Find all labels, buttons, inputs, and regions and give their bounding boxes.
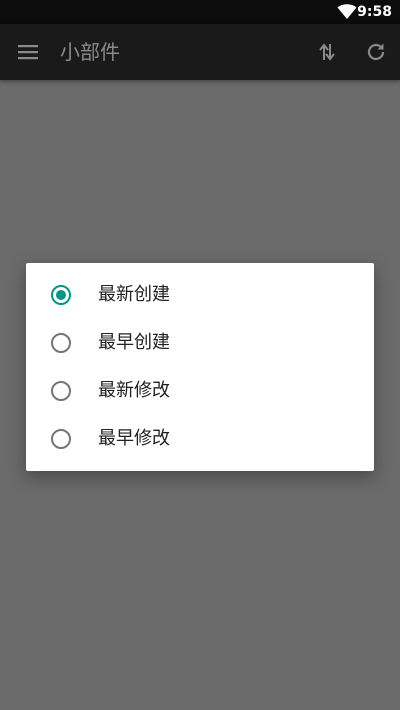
sort-option-label: 最早创建 [98, 332, 170, 353]
sort-order-dialog: 最新创建 最早创建 最新修改 最早修改 [26, 263, 374, 471]
sort-icon [319, 43, 335, 61]
status-time: 9:58 [357, 4, 392, 20]
refresh-button[interactable] [364, 40, 388, 64]
menu-icon [18, 45, 38, 60]
menu-button[interactable] [14, 40, 42, 64]
radio-button-checked[interactable] [51, 285, 71, 305]
app-bar: 小部件 [0, 24, 400, 80]
sort-option-label: 最早修改 [98, 428, 170, 449]
sort-option-oldest-created[interactable]: 最早创建 [26, 319, 374, 367]
radio-button[interactable] [51, 333, 71, 353]
radio-button[interactable] [51, 429, 71, 449]
page-title: 小部件 [60, 40, 120, 64]
sort-option-newest-modified[interactable]: 最新修改 [26, 367, 374, 415]
radio-dot [56, 290, 66, 300]
sort-button[interactable] [315, 40, 339, 64]
refresh-icon [367, 43, 385, 61]
sort-option-newest-created[interactable]: 最新创建 [26, 271, 374, 319]
wifi-icon [337, 4, 357, 20]
sort-option-oldest-modified[interactable]: 最早修改 [26, 415, 374, 463]
sort-option-label: 最新修改 [98, 380, 170, 401]
radio-button[interactable] [51, 381, 71, 401]
sort-option-label: 最新创建 [98, 284, 170, 305]
status-bar: 9:58 [0, 0, 400, 24]
